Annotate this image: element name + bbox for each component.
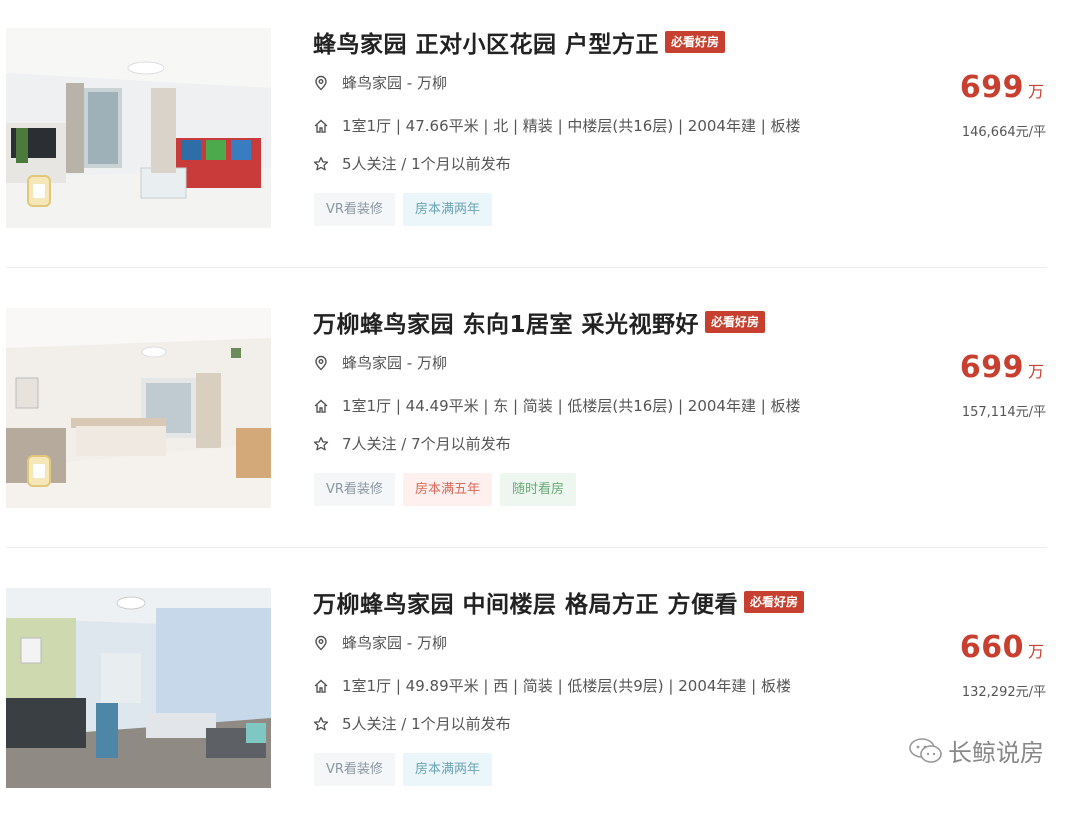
location-separator: - (402, 73, 417, 92)
must-see-badge: 必看好房 (665, 31, 726, 53)
vr-icon (27, 175, 51, 207)
location-row: 蜂鸟家园 - 万柳 (313, 352, 447, 373)
listing-card: 万柳蜂鸟家园 东向1居室 采光视野好 必看好房 蜂鸟家园 - 万柳 1室1厅 |… (0, 280, 1080, 560)
total-price: 699 万 (960, 350, 1044, 385)
vr-icon (27, 455, 51, 487)
house-info: 1室1厅 | 49.89平米 | 西 | 简装 | 低楼层(共9层) | 200… (342, 677, 791, 695)
area-link[interactable]: 万柳 (417, 72, 447, 93)
follow-info: 5人关注 / 1个月以前发布 (342, 155, 511, 173)
tag-five-years: 房本满五年 (402, 473, 492, 506)
price-unit: 万 (1027, 82, 1044, 101)
area-link[interactable]: 万柳 (417, 352, 447, 373)
house-icon (313, 118, 329, 134)
star-icon (313, 436, 329, 452)
tag-vr: VR看装修 (314, 473, 395, 506)
house-info-row: 1室1厅 | 49.89平米 | 西 | 简装 | 低楼层(共9层) | 200… (313, 675, 791, 696)
house-icon (313, 398, 329, 414)
location-separator: - (402, 633, 417, 652)
location-pin-icon (313, 355, 329, 371)
total-price: 660 万 (960, 630, 1044, 665)
price-value: 660 (959, 630, 1024, 665)
follow-row: 7人关注 / 7个月以前发布 (313, 433, 511, 454)
tag-two-years: 房本满两年 (402, 753, 492, 786)
price-unit: 万 (1027, 642, 1044, 661)
follow-info: 7人关注 / 7个月以前发布 (342, 435, 511, 453)
listing-photo[interactable] (6, 588, 271, 788)
follow-row: 5人关注 / 1个月以前发布 (313, 713, 511, 734)
community-link[interactable]: 蜂鸟家园 (342, 72, 402, 93)
title-row: 万柳蜂鸟家园 东向1居室 采光视野好 必看好房 (313, 305, 766, 339)
divider (6, 267, 1046, 268)
total-price: 699 万 (960, 70, 1044, 105)
tag-list: VR看装修 房本满两年 (314, 753, 492, 786)
tag-vr: VR看装修 (314, 193, 395, 226)
tag-list: VR看装修 房本满五年 随时看房 (314, 473, 576, 506)
listing-photo[interactable] (6, 308, 271, 508)
location-pin-icon (313, 75, 329, 91)
wechat-icon (909, 737, 942, 763)
divider (6, 547, 1046, 548)
tag-vr: VR看装修 (314, 753, 395, 786)
house-info-row: 1室1厅 | 44.49平米 | 东 | 简装 | 低楼层(共16层) | 20… (313, 395, 801, 416)
tag-list: VR看装修 房本满两年 (314, 193, 492, 226)
listing-title[interactable]: 万柳蜂鸟家园 中间楼层 格局方正 方便看 (313, 585, 738, 619)
area-link[interactable]: 万柳 (417, 632, 447, 653)
listing-card: 蜂鸟家园 正对小区花园 户型方正 必看好房 蜂鸟家园 - 万柳 1室1厅 | 4… (0, 0, 1080, 280)
house-info: 1室1厅 | 44.49平米 | 东 | 简装 | 低楼层(共16层) | 20… (342, 397, 801, 415)
star-icon (313, 156, 329, 172)
price-unit: 万 (1027, 362, 1044, 381)
unit-price: 132,292元/平 (961, 685, 1046, 700)
title-row: 万柳蜂鸟家园 中间楼层 格局方正 方便看 必看好房 (313, 585, 805, 619)
watermark: 长鲸说房 (908, 733, 1044, 768)
follow-row: 5人关注 / 1个月以前发布 (313, 153, 511, 174)
must-see-badge: 必看好房 (744, 591, 805, 613)
listing-photo[interactable] (6, 28, 271, 228)
location-pin-icon (313, 635, 329, 651)
house-info-row: 1室1厅 | 47.66平米 | 北 | 精装 | 中楼层(共16层) | 20… (313, 115, 801, 136)
title-row: 蜂鸟家园 正对小区花园 户型方正 必看好房 (313, 25, 726, 59)
watermark-text: 长鲸说房 (948, 739, 1044, 767)
price-value: 699 (959, 350, 1024, 385)
listing-card: 万柳蜂鸟家园 中间楼层 格局方正 方便看 必看好房 蜂鸟家园 - 万柳 1室1厅… (0, 560, 1080, 840)
price-value: 699 (959, 70, 1024, 105)
tag-two-years: 房本满两年 (402, 193, 492, 226)
must-see-badge: 必看好房 (705, 311, 766, 333)
unit-price: 146,664元/平 (961, 125, 1046, 140)
listing-title[interactable]: 蜂鸟家园 正对小区花园 户型方正 (313, 25, 659, 59)
house-icon (313, 678, 329, 694)
follow-info: 5人关注 / 1个月以前发布 (342, 715, 511, 733)
location-separator: - (402, 353, 417, 372)
community-link[interactable]: 蜂鸟家园 (342, 632, 402, 653)
community-link[interactable]: 蜂鸟家园 (342, 352, 402, 373)
star-icon (313, 716, 329, 732)
location-row: 蜂鸟家园 - 万柳 (313, 632, 447, 653)
listing-title[interactable]: 万柳蜂鸟家园 东向1居室 采光视野好 (313, 305, 699, 339)
house-info: 1室1厅 | 47.66平米 | 北 | 精装 | 中楼层(共16层) | 20… (342, 117, 801, 135)
location-row: 蜂鸟家园 - 万柳 (313, 72, 447, 93)
unit-price: 157,114元/平 (961, 405, 1046, 420)
tag-anytime-viewing: 随时看房 (499, 473, 576, 506)
